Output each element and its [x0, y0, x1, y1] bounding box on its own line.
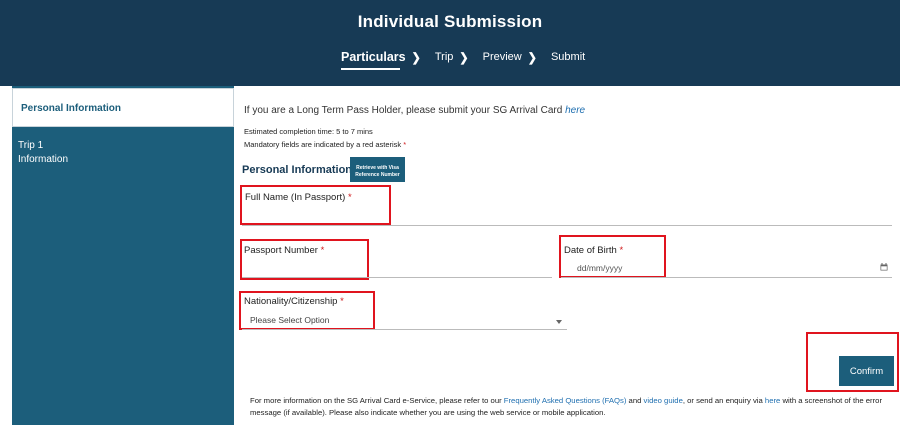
- full-name-input[interactable]: [242, 225, 892, 226]
- step-label: Trip: [434, 51, 454, 63]
- field-label-text: Nationality/Citizenship: [244, 296, 341, 307]
- step-label: Preview: [482, 51, 522, 63]
- step-submit[interactable]: Submit: [551, 51, 585, 63]
- retrieve-label-line1: Retrieve with Visa: [356, 165, 399, 171]
- progress-steps: Particulars ❯ Trip ❯ Preview ❯ Submit: [341, 50, 585, 70]
- sidebar-item-label: Trip 1: [18, 140, 44, 151]
- main-content: If you are a Long Term Pass Holder, plea…: [234, 86, 900, 425]
- confirm-button[interactable]: Confirm: [839, 356, 894, 386]
- sidebar-item-trip-information[interactable]: Trip 1 Information: [18, 139, 138, 167]
- passport-number-input[interactable]: [242, 277, 552, 278]
- required-asterisk: *: [619, 245, 624, 256]
- page-title: Individual Submission: [357, 12, 543, 31]
- required-asterisk: *: [403, 140, 407, 149]
- chevron-down-icon: [556, 320, 562, 324]
- completion-time: Estimated completion time: 5 to 7 mins: [244, 127, 373, 136]
- step-particulars[interactable]: Particulars: [341, 50, 406, 70]
- sidebar: Personal Information Trip 1 Information: [12, 86, 234, 425]
- field-label-text: Date of Birth: [564, 245, 620, 256]
- faq-link[interactable]: Frequently Asked Questions (FAQs): [504, 396, 627, 405]
- footer-text: and: [626, 396, 644, 405]
- footer-text: For more information on the SG Arrival C…: [250, 396, 504, 405]
- date-of-birth-input[interactable]: [561, 277, 892, 278]
- retrieve-label-line2: Reference Number: [355, 172, 400, 178]
- sidebar-item-label: Information: [18, 154, 69, 165]
- long-term-pass-notice: If you are a Long Term Pass Holder, plea…: [244, 105, 585, 116]
- nationality-select[interactable]: Please Select Option: [250, 315, 329, 325]
- passport-number-label: Passport Number *: [244, 245, 324, 256]
- notice-text: If you are a Long Term Pass Holder, plea…: [244, 105, 566, 116]
- mandatory-note-text: Mandatory fields are indicated by a red …: [244, 140, 404, 149]
- date-of-birth-placeholder: dd/mm/yyyy: [577, 263, 623, 273]
- sidebar-item-personal-information[interactable]: Personal Information: [12, 88, 234, 127]
- required-asterisk: *: [340, 296, 344, 307]
- mandatory-note: Mandatory fields are indicated by a red …: [244, 140, 406, 149]
- chevron-right-icon: ❯: [411, 50, 421, 65]
- required-asterisk: *: [347, 192, 352, 203]
- field-label-text: Full Name (In Passport): [245, 192, 348, 203]
- arrival-card-link[interactable]: here: [565, 105, 585, 116]
- nationality-label: Nationality/Citizenship *: [244, 296, 344, 307]
- page-header: Individual Submission Particulars ❯ Trip…: [0, 0, 900, 86]
- date-of-birth-label: Date of Birth *: [564, 245, 623, 256]
- step-preview[interactable]: Preview: [483, 51, 522, 63]
- section-title: Personal Information: [242, 164, 353, 176]
- help-info: For more information on the SG Arrival C…: [250, 395, 895, 419]
- step-label: Submit: [550, 51, 586, 63]
- footer-text: , or send an enquiry via: [682, 396, 765, 405]
- enquiry-link[interactable]: here: [765, 396, 780, 405]
- chevron-right-icon: ❯: [527, 50, 537, 65]
- retrieve-visa-button[interactable]: Retrieve with Visa Reference Number: [350, 157, 405, 182]
- field-label-text: Passport Number: [244, 245, 321, 256]
- highlight-box: [240, 185, 391, 225]
- nationality-select-underline: [242, 329, 567, 330]
- chevron-right-icon: ❯: [459, 50, 469, 65]
- required-asterisk: *: [320, 245, 325, 256]
- step-label: Particulars: [341, 50, 406, 64]
- video-guide-link[interactable]: video guide: [644, 396, 683, 405]
- step-trip[interactable]: Trip: [435, 51, 454, 63]
- calendar-icon[interactable]: [880, 263, 888, 271]
- full-name-label: Full Name (In Passport) *: [245, 192, 352, 203]
